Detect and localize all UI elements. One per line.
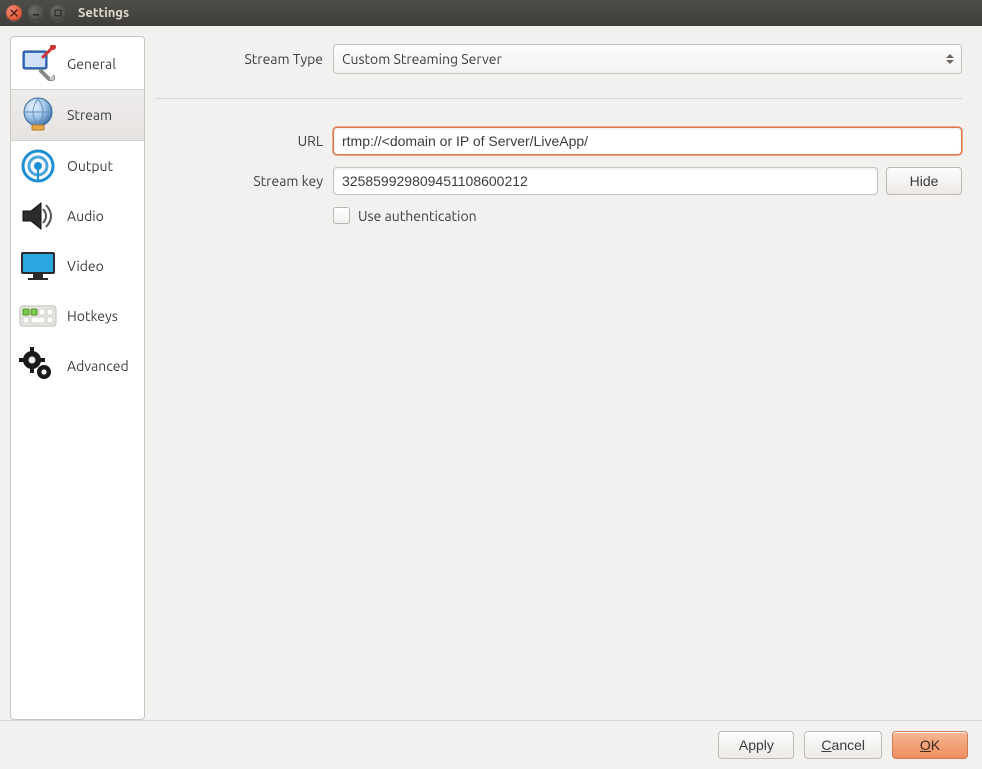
sidebar-item-label: Advanced (67, 358, 129, 374)
video-icon (17, 245, 59, 287)
hotkeys-icon (17, 295, 59, 337)
window-maximize-button[interactable] (50, 5, 66, 21)
stream-settings-panel: Stream Type Custom Streaming Server URL … (155, 36, 972, 720)
form-grid: Stream Type Custom Streaming Server URL … (155, 36, 972, 224)
stream-type-label: Stream Type (155, 51, 325, 67)
sidebar-item-label: General (67, 56, 116, 72)
content-row: General (0, 26, 982, 720)
use-auth-checkbox[interactable] (333, 207, 350, 224)
sidebar-item-label: Output (67, 158, 113, 174)
maximize-icon (54, 9, 62, 17)
dialog-footer: Apply Cancel OK (0, 720, 982, 769)
sidebar-item-label: Stream (67, 107, 112, 123)
apply-button[interactable]: Apply (718, 731, 794, 759)
cancel-button-label: Cancel (821, 737, 865, 753)
general-icon (17, 43, 59, 85)
sidebar-item-hotkeys[interactable]: Hotkeys (11, 291, 144, 341)
sidebar-item-stream[interactable]: Stream (11, 89, 144, 141)
use-auth-label: Use authentication (358, 208, 477, 224)
window-close-button[interactable] (6, 5, 22, 21)
hide-button[interactable]: Hide (886, 167, 962, 195)
output-icon (17, 145, 59, 187)
stream-icon (17, 94, 59, 136)
combo-spinner-icon (943, 47, 957, 71)
minimize-icon (32, 9, 40, 17)
sidebar-item-audio[interactable]: Audio (11, 191, 144, 241)
sidebar-item-general[interactable]: General (11, 39, 144, 89)
audio-icon (17, 195, 59, 237)
client-area: General (0, 26, 982, 769)
ok-button[interactable]: OK (892, 731, 968, 759)
sidebar-item-output[interactable]: Output (11, 141, 144, 191)
stream-key-label: Stream key (155, 173, 325, 189)
sidebar-item-label: Audio (67, 208, 104, 224)
url-input[interactable] (333, 127, 962, 155)
ok-button-label: OK (920, 737, 940, 753)
stream-type-value: Custom Streaming Server (342, 51, 502, 67)
sidebar-item-label: Video (67, 258, 104, 274)
apply-button-label: Apply (739, 737, 774, 753)
url-label: URL (155, 133, 325, 149)
settings-sidebar: General (10, 36, 145, 720)
use-auth-row[interactable]: Use authentication (333, 207, 962, 224)
sidebar-item-video[interactable]: Video (11, 241, 144, 291)
sidebar-item-label: Hotkeys (67, 308, 118, 324)
stream-key-input[interactable] (333, 167, 878, 195)
titlebar: Settings (0, 0, 982, 26)
separator (155, 98, 962, 99)
stream-type-combo[interactable]: Custom Streaming Server (333, 44, 962, 74)
sidebar-item-advanced[interactable]: Advanced (11, 341, 144, 391)
hide-button-label: Hide (910, 173, 939, 189)
cancel-button[interactable]: Cancel (804, 731, 882, 759)
window-title: Settings (78, 6, 129, 20)
advanced-icon (17, 345, 59, 387)
window-minimize-button[interactable] (28, 5, 44, 21)
close-icon (10, 9, 18, 17)
